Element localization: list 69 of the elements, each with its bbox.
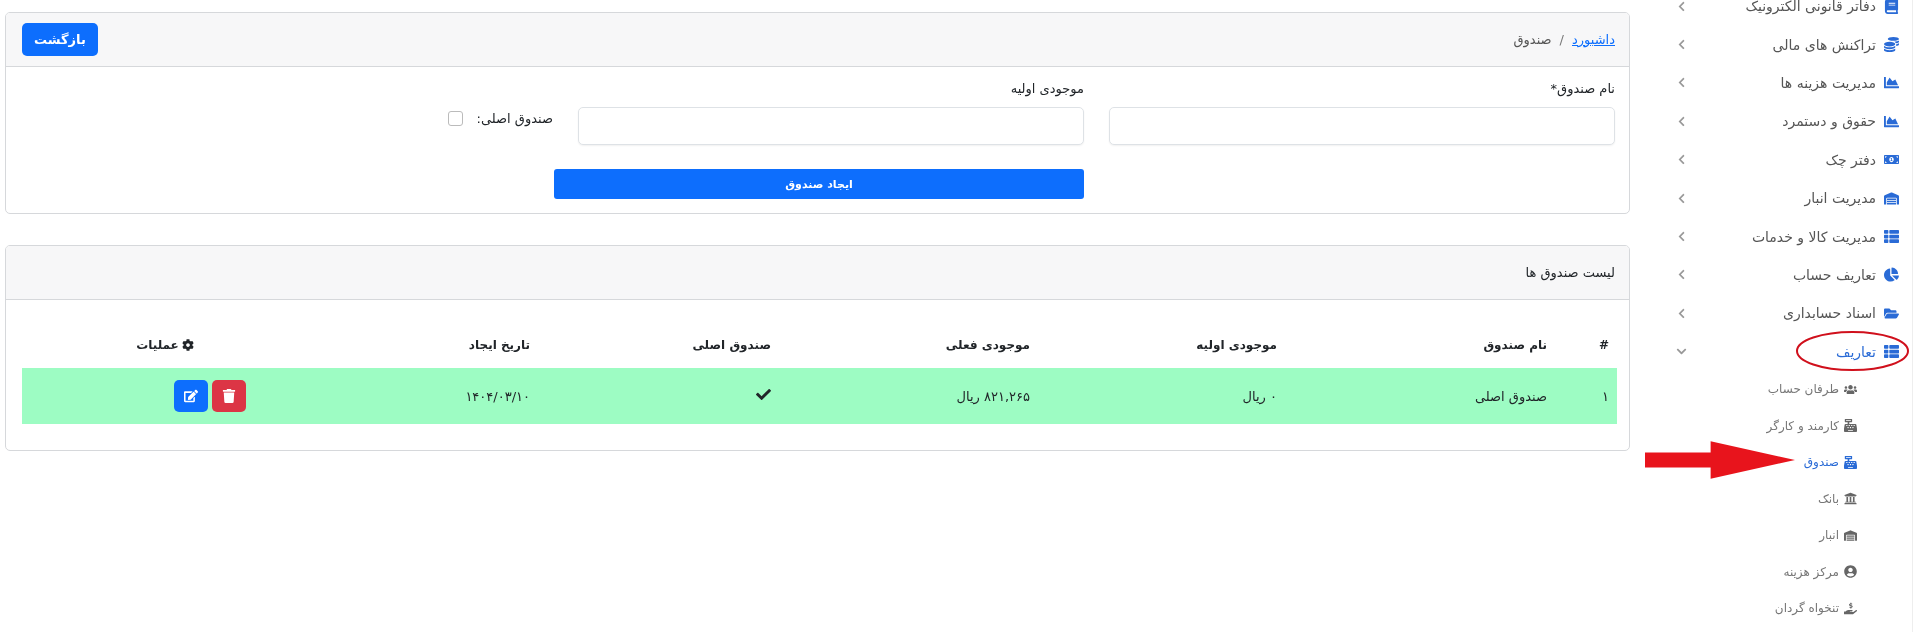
chart-icon [1884, 75, 1899, 91]
checkbox-label: صندوق اصلی: [476, 111, 553, 126]
sidebar-item[interactable]: مدیریت هزینه ها [1640, 63, 1899, 103]
breadcrumb-current: صندوق [1513, 32, 1552, 47]
main-checkbox[interactable] [447, 111, 463, 126]
submenu-item[interactable]: بانک [1817, 480, 1857, 517]
warehouse-icon [1884, 190, 1899, 206]
breadcrumb-separator: / [1559, 32, 1564, 47]
chevron-icon [1676, 154, 1687, 166]
chevron-icon [1676, 77, 1687, 89]
sidebar-item[interactable]: دفاتر قانونی الکترونیک [1640, 0, 1899, 26]
sidebar-item[interactable]: تعاریف [1640, 332, 1899, 371]
table-cell-text: ۱۴۰۴/۰۳/۱۰ [464, 388, 531, 404]
chevron-icon [1676, 307, 1687, 319]
breadcrumb-link[interactable]: داشبورد [1572, 32, 1615, 47]
sidebar-item[interactable]: دفتر چک [1640, 140, 1899, 179]
submenu-item[interactable]: انبار [1819, 516, 1857, 554]
coins-icon [1884, 37, 1899, 53]
field-label: موجودی اولیه [1009, 81, 1084, 96]
warehouse-icon [1844, 528, 1857, 542]
name-input[interactable] [1109, 107, 1615, 145]
submenu-item[interactable]: مرکز هزینه [1783, 553, 1857, 590]
list-icon [1884, 229, 1899, 245]
table-cell-text: ۰ ریال [1241, 388, 1278, 404]
column-header: موجودی فعلی [944, 338, 1031, 352]
table-cell-text: ۱ [1601, 388, 1610, 404]
column-header: موجودی اولیه [1195, 338, 1278, 352]
chevron-icon [1676, 0, 1687, 12]
book-icon [1884, 0, 1899, 14]
sidebar-item[interactable]: مدیریت کالا و خدمات [1640, 217, 1899, 256]
chevron-icon [1676, 39, 1687, 51]
pie-chart-icon [1884, 267, 1899, 283]
chart-icon [1884, 113, 1899, 129]
sidebar-item[interactable]: حقوق و دستمرد [1640, 102, 1899, 141]
card-title: لیست صندوق ها [1525, 265, 1615, 280]
table-cell-text: ۸۲۱,۲۶۵ ریال [955, 388, 1031, 404]
edit-icon [184, 389, 198, 403]
submenu-item[interactable]: طرفان حساب [1767, 370, 1857, 408]
back-button[interactable]: بازگشت [22, 23, 98, 56]
column-header: عملیات [136, 338, 179, 352]
column-header: # [1597, 338, 1610, 352]
field-label: نام صندوق* [1549, 81, 1615, 96]
sidebar-item[interactable]: اسناد حسابداری [1640, 294, 1899, 333]
edit-button[interactable] [174, 380, 208, 412]
column-header: صندوق اصلی [691, 338, 772, 352]
submenu-item[interactable]: کارمند و کارگر [1766, 407, 1857, 444]
bank-icon [1844, 492, 1857, 506]
sidebar-item[interactable]: تعاریف حساب [1640, 255, 1899, 295]
chevron-icon [1676, 115, 1687, 127]
column-header: نام صندوق [1482, 338, 1548, 352]
cash-register-icon [1844, 419, 1857, 433]
sidebar-item[interactable]: تراکنش های مالی [1640, 25, 1899, 64]
sidebar-item[interactable]: مدیریت انبار [1640, 178, 1899, 218]
cash-register-icon [1844, 455, 1857, 469]
chevron-icon [1676, 269, 1687, 281]
submenu-item[interactable]: تنخواه گردان [1774, 589, 1857, 627]
trash-icon [222, 389, 236, 403]
create-button[interactable]: ایجاد صندوق [554, 169, 1084, 199]
chevron-icon [1676, 192, 1687, 204]
hand-coin-icon [1844, 601, 1857, 615]
gears-icon [181, 339, 194, 351]
list-icon [1884, 344, 1899, 360]
table-cell-text: صندوق اصلی [1473, 388, 1548, 404]
chevron-icon [1676, 231, 1687, 243]
column-header: تاریخ ایجاد [467, 338, 531, 352]
submenu-item[interactable]: صندوق [1803, 443, 1857, 481]
balance-input[interactable] [578, 107, 1084, 145]
users-icon [1844, 382, 1857, 396]
delete-button[interactable] [212, 380, 246, 412]
